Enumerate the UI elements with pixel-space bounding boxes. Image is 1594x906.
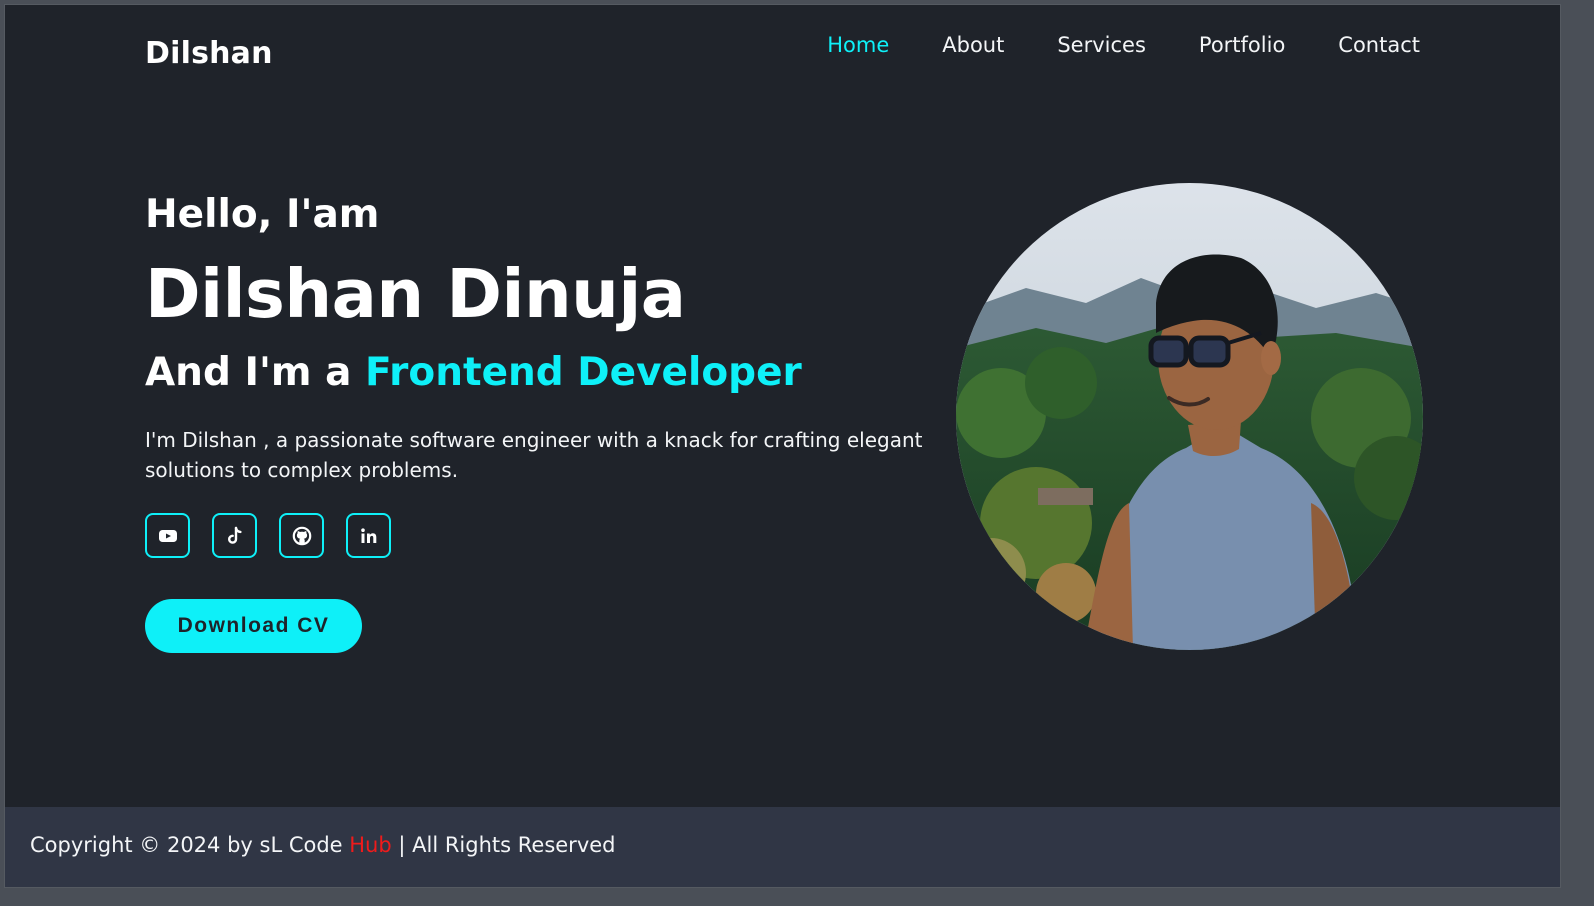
site-logo[interactable]: Dilshan: [145, 36, 273, 71]
youtube-icon: [156, 524, 180, 548]
nav-item-services[interactable]: Services: [1057, 33, 1146, 57]
copyright-prefix: Copyright © 2024 by sL Code: [30, 833, 350, 857]
copyright-highlight: Hub: [349, 833, 392, 857]
nav-item-home[interactable]: Home: [827, 33, 889, 57]
hero-name: Dilshan Dinuja: [145, 255, 686, 333]
hero-role-prefix: And I'm a: [145, 350, 366, 395]
nav-item-portfolio[interactable]: Portfolio: [1199, 33, 1285, 57]
github-icon: [290, 524, 314, 548]
linkedin-link[interactable]: [346, 513, 391, 558]
github-link[interactable]: [279, 513, 324, 558]
tiktok-icon: [223, 524, 247, 548]
hero-content: Hello, I'am Dilshan Dinuja And I'm a Fro…: [145, 195, 945, 485]
nav-item-about[interactable]: About: [942, 33, 1004, 57]
hero-role: And I'm a Frontend Developer: [145, 353, 945, 392]
linkedin-icon: [357, 524, 381, 548]
nav-item-contact[interactable]: Contact: [1338, 33, 1420, 57]
social-links: [145, 513, 391, 558]
copyright-text: Copyright © 2024 by sL Code Hub | All Ri…: [30, 833, 616, 857]
header: Dilshan Home About Services Portfolio Co…: [5, 5, 1560, 95]
footer: Copyright © 2024 by sL Code Hub | All Ri…: [5, 807, 1560, 887]
hero-description: I'm Dilshan , a passionate software engi…: [145, 428, 923, 482]
main-nav: Home About Services Portfolio Contact: [774, 33, 1420, 57]
page-frame: Dilshan Home About Services Portfolio Co…: [4, 4, 1561, 888]
youtube-link[interactable]: [145, 513, 190, 558]
copyright-suffix: | All Rights Reserved: [391, 833, 616, 857]
hero-greeting: Hello, I'am: [145, 192, 380, 237]
profile-photo: [956, 183, 1423, 650]
hero-role-highlight: Frontend Developer: [365, 350, 802, 395]
download-cv-button[interactable]: Download CV: [145, 599, 362, 653]
tiktok-link[interactable]: [212, 513, 257, 558]
